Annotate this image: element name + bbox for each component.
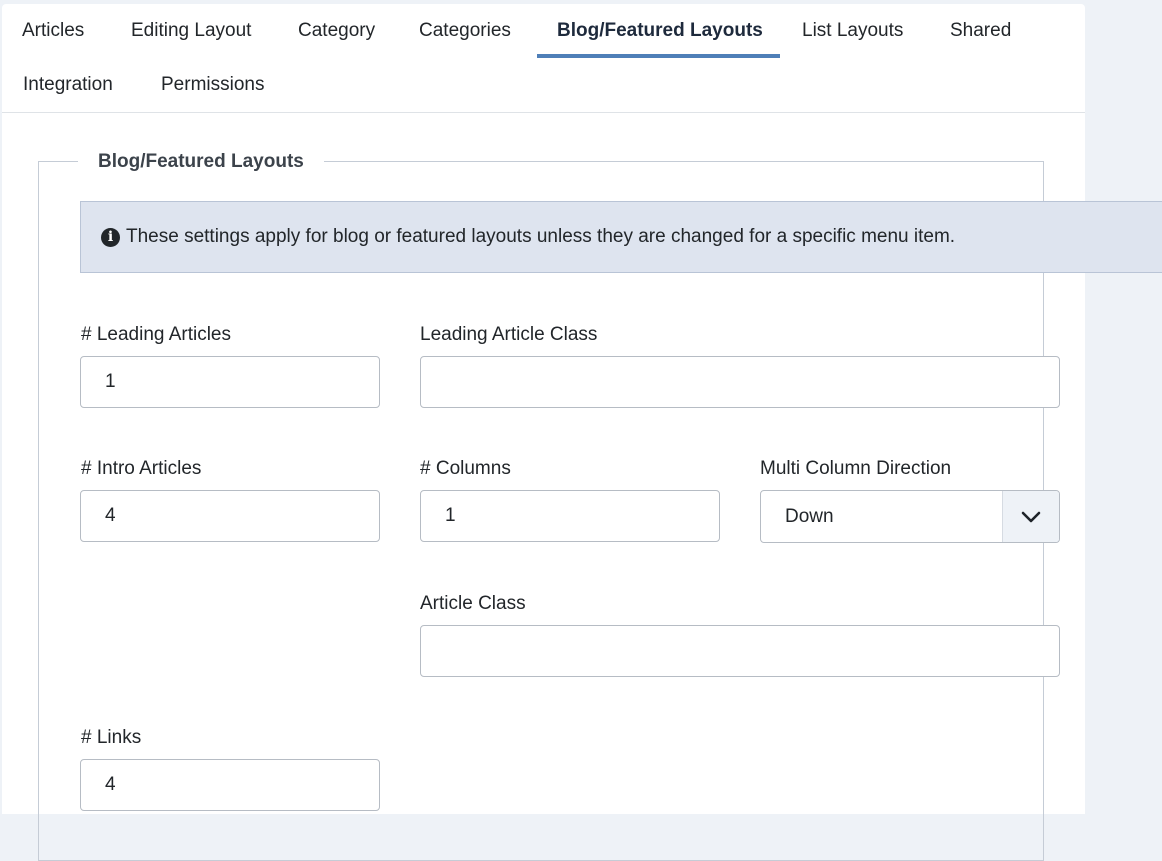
tab-list-layouts[interactable]: List Layouts	[782, 4, 923, 58]
leading-articles-label: # Leading Articles	[81, 324, 231, 345]
multi-column-direction-label: Multi Column Direction	[760, 458, 952, 479]
tab-integration[interactable]: Integration	[3, 58, 133, 112]
intro-articles-label: # Intro Articles	[81, 458, 202, 479]
columns-input[interactable]	[420, 490, 720, 542]
tab-blog-featured-layouts[interactable]: Blog/Featured Layouts	[537, 4, 780, 58]
columns-label: # Columns	[420, 458, 511, 479]
tab-category[interactable]: Category	[278, 4, 395, 58]
multi-column-direction-value: Down	[785, 506, 834, 527]
links-input[interactable]	[80, 759, 380, 811]
leading-article-class-input[interactable]	[420, 356, 1060, 408]
info-circle-icon: i	[101, 227, 120, 247]
article-class-label: Article Class	[420, 593, 526, 614]
tab-permissions[interactable]: Permissions	[141, 58, 284, 112]
leading-articles-input[interactable]	[80, 356, 380, 408]
info-alert: i These settings apply for blog or featu…	[80, 201, 1162, 273]
tab-bar: Articles Editing Layout Category Categor…	[2, 4, 1085, 113]
tab-editing-layout[interactable]: Editing Layout	[111, 4, 271, 58]
fieldset-legend: Blog/Featured Layouts	[78, 148, 324, 176]
intro-articles-input[interactable]	[80, 490, 380, 542]
alert-text: These settings apply for blog or feature…	[126, 226, 956, 247]
multi-column-direction-select[interactable]: Down	[760, 490, 1060, 543]
tab-articles[interactable]: Articles	[2, 4, 104, 58]
article-class-input[interactable]	[420, 625, 1060, 677]
tab-categories[interactable]: Categories	[399, 4, 531, 58]
links-label: # Links	[81, 727, 142, 748]
tab-shared[interactable]: Shared	[930, 4, 1031, 58]
chevron-down-icon	[1002, 491, 1059, 542]
leading-article-class-label: Leading Article Class	[420, 324, 598, 345]
